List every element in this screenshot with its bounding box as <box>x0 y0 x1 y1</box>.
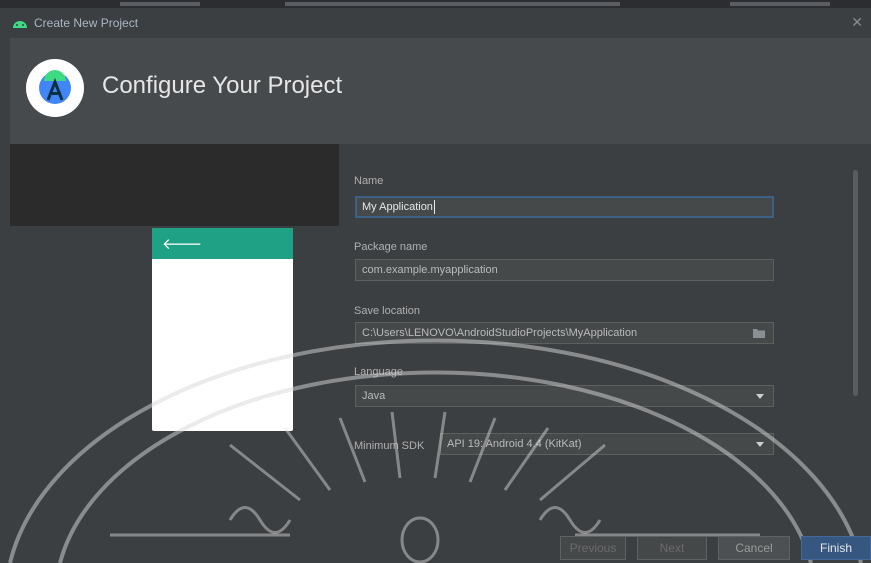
previous-button[interactable]: Previous <box>560 536 626 560</box>
activity-preview: 🡐 <box>152 228 293 431</box>
minimum-sdk-value: API 19: Android 4.4 (KitKat) <box>447 438 582 450</box>
minimum-sdk-label: Minimum SDK <box>354 440 425 452</box>
wizard-content: 🡐 Name My Application Package name com.e… <box>10 144 871 563</box>
save-location-field[interactable]: C:\Users\LENOVO\AndroidStudioProjects\My… <box>355 322 774 344</box>
strip-segment <box>285 2 620 6</box>
language-select[interactable]: Java <box>355 385 774 407</box>
next-button[interactable]: Next <box>637 536 707 560</box>
package-value: com.example.myapplication <box>362 264 498 276</box>
language-label: Language <box>354 366 403 378</box>
text-caret <box>433 200 435 214</box>
folder-icon[interactable] <box>753 328 765 338</box>
name-field[interactable]: My Application <box>355 196 774 218</box>
android-icon <box>13 21 27 28</box>
android-studio-icon <box>26 59 84 117</box>
package-name-field[interactable]: com.example.myapplication <box>355 259 774 281</box>
close-icon[interactable]: ✕ <box>851 14 863 31</box>
chevron-down-icon <box>756 442 764 447</box>
strip-segment <box>120 2 200 6</box>
language-value: Java <box>362 390 386 402</box>
cancel-button[interactable]: Cancel <box>718 536 790 560</box>
taskbar-strip <box>0 0 871 8</box>
save-location-label: Save location <box>354 305 421 317</box>
minimum-sdk-select[interactable]: API 19: Android 4.4 (KitKat) <box>440 433 774 455</box>
preview-app-bar: 🡐 <box>152 228 293 259</box>
chevron-down-icon <box>756 394 764 399</box>
window-title: Create New Project <box>34 16 139 30</box>
page-title: Configure Your Project <box>102 72 343 99</box>
save-location-value: C:\Users\LENOVO\AndroidStudioProjects\My… <box>362 327 638 339</box>
window-titlebar: Create New Project ✕ <box>0 8 871 38</box>
finish-button[interactable]: Finish <box>801 536 871 560</box>
vertical-scrollbar[interactable] <box>853 170 858 396</box>
dark-band <box>10 144 339 226</box>
package-label: Package name <box>354 241 428 253</box>
wizard-header: Configure Your Project <box>10 38 871 144</box>
strip-segment <box>730 2 830 6</box>
name-value: My Application <box>362 201 433 213</box>
name-label: Name <box>354 175 384 187</box>
wizard-button-bar: Previous Next Cancel Finish <box>0 530 871 563</box>
back-arrow-icon: 🡐 <box>162 236 203 253</box>
